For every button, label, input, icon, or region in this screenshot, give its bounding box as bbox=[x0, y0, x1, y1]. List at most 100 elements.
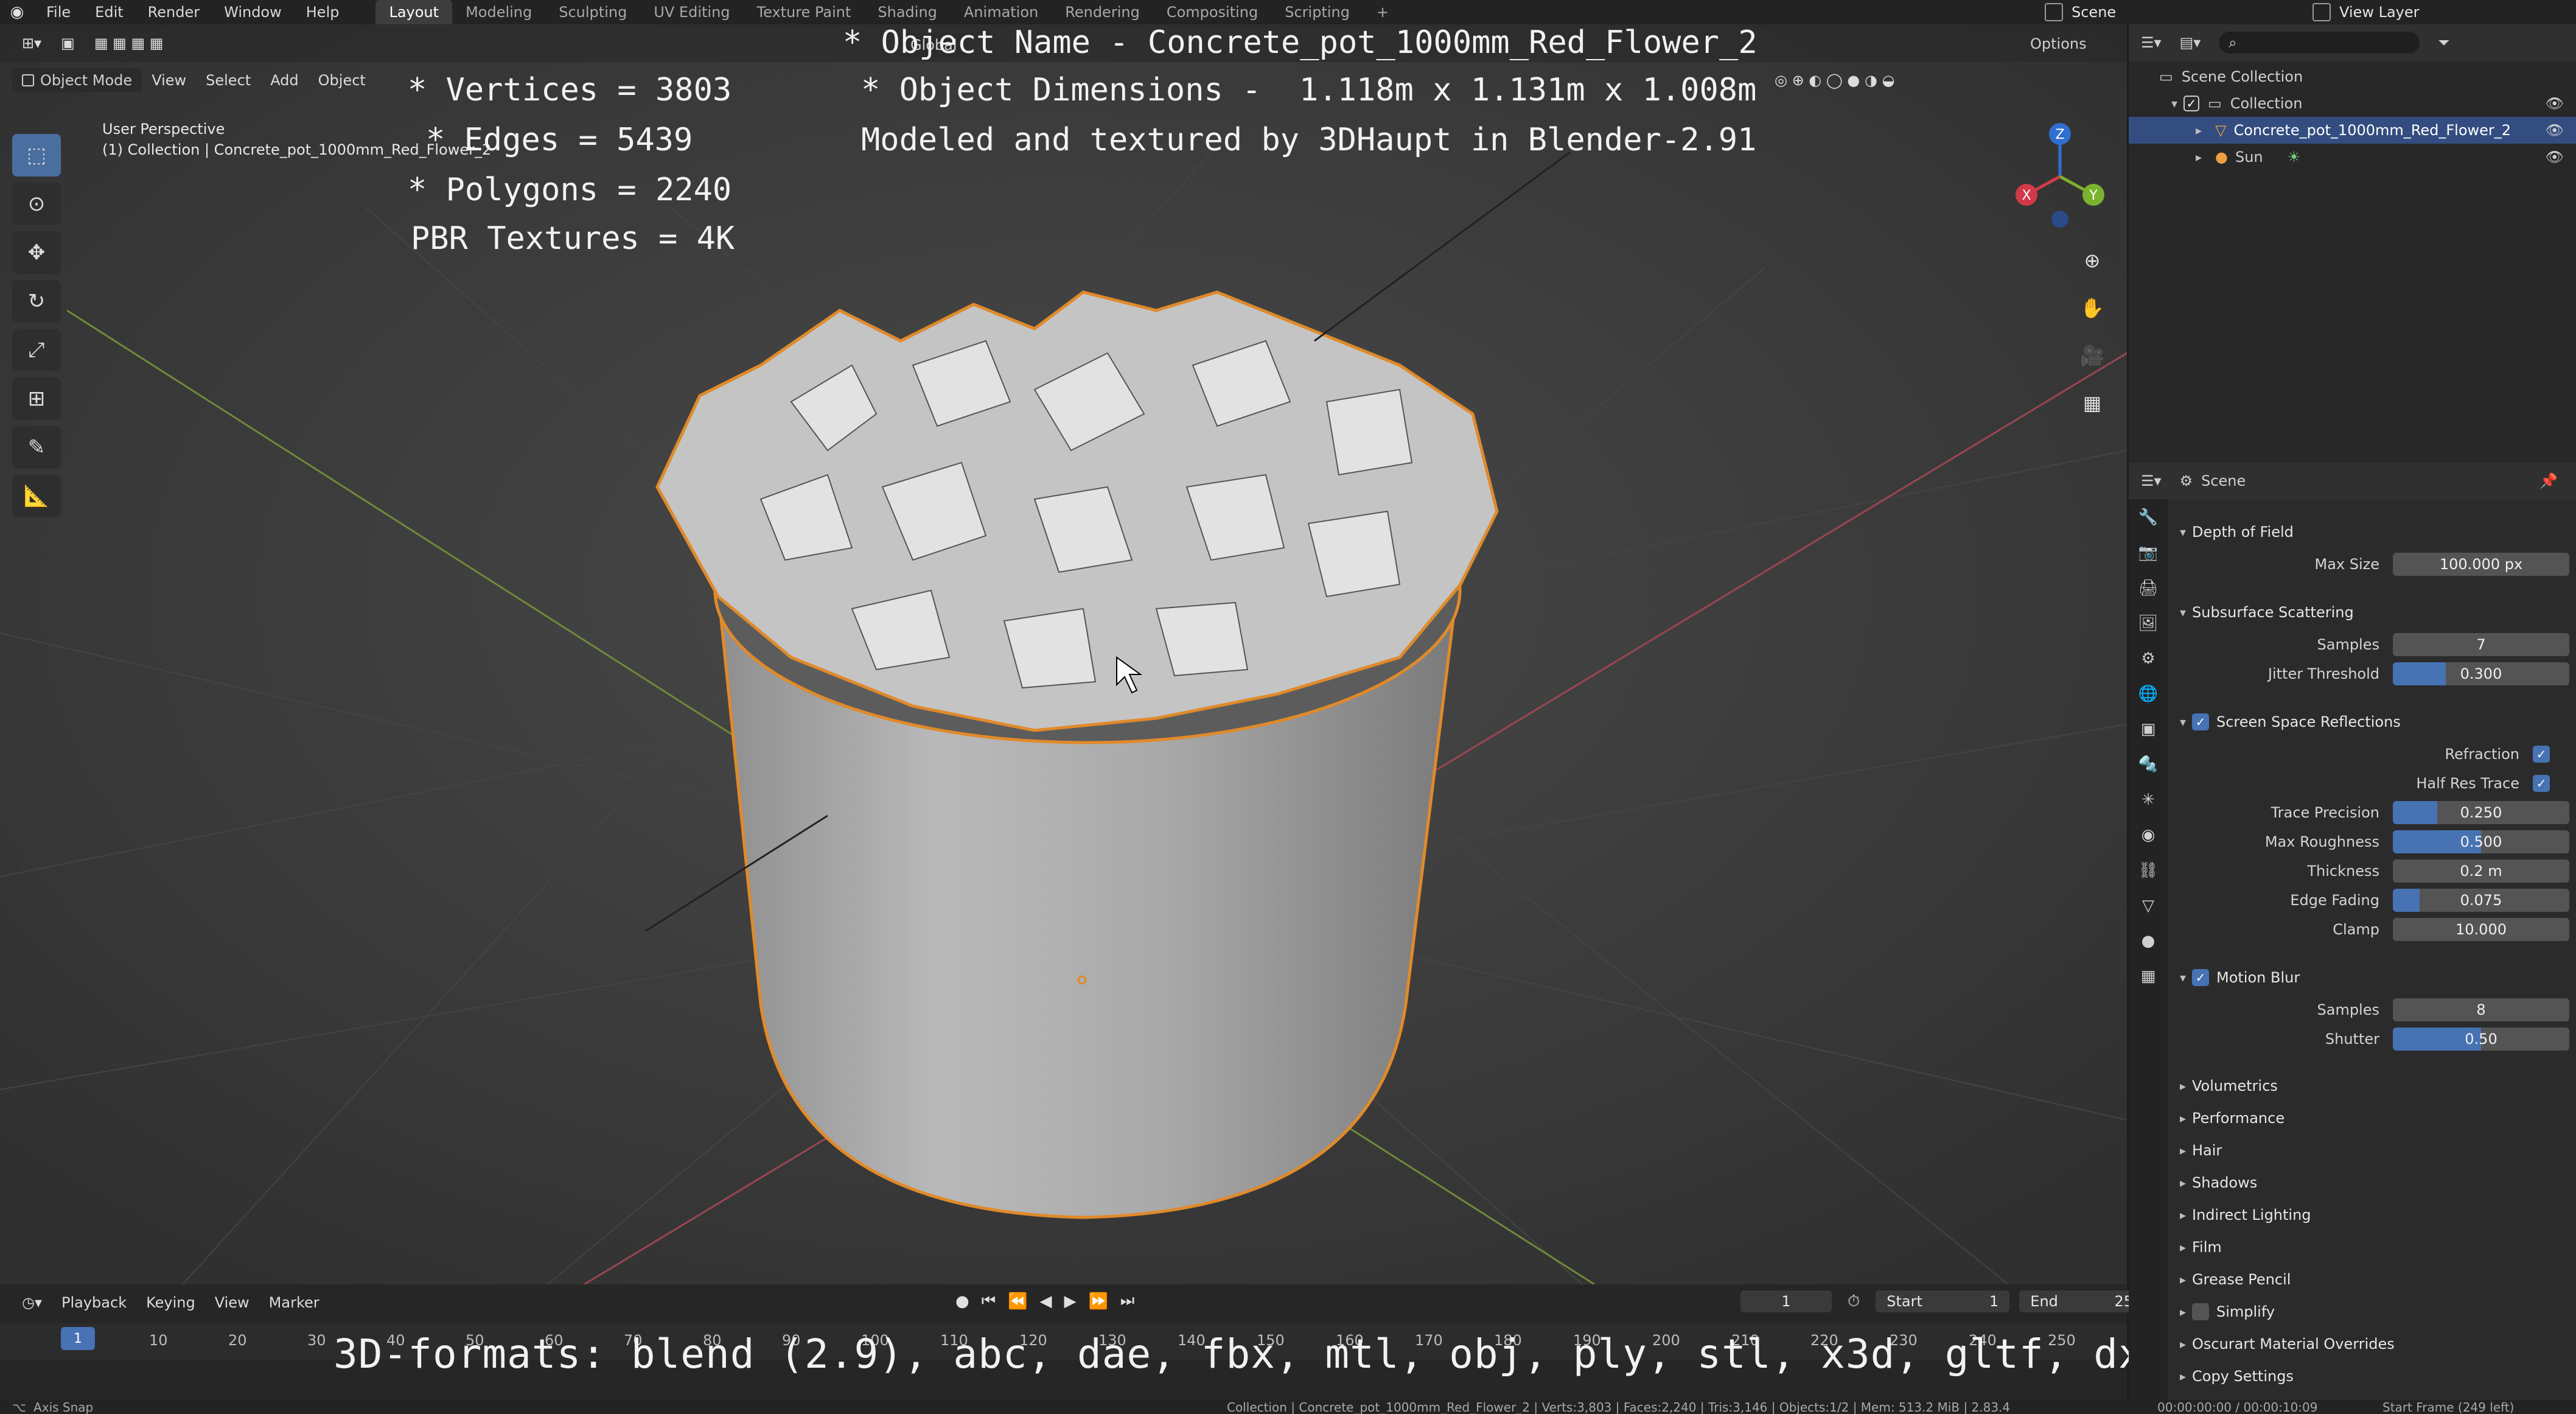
blender-logo-icon[interactable]: ◉ bbox=[0, 0, 34, 24]
section-depth-of-field[interactable]: ▾ Depth of Field bbox=[2174, 517, 2569, 547]
collapsed-panel-performance[interactable]: ▸ Performance bbox=[2174, 1104, 2569, 1133]
rotate-tool-icon[interactable]: ↻ bbox=[12, 280, 61, 323]
collapse-icon[interactable]: ▸ bbox=[2190, 123, 2208, 138]
view-layer-tab-icon[interactable]: 🖼 bbox=[2136, 611, 2160, 635]
menu-view[interactable]: View bbox=[142, 68, 196, 93]
select-mode-icon[interactable]: ▣ bbox=[51, 31, 85, 55]
filter-icon[interactable]: ⏷ bbox=[2438, 34, 2449, 51]
edge-fading-slider[interactable]: 0.075 bbox=[2393, 889, 2569, 912]
prev-key-icon[interactable]: ⏪ bbox=[1002, 1292, 1033, 1311]
tab-layout[interactable]: Layout bbox=[375, 0, 453, 24]
outliner-object-row[interactable]: ▸ ▽ Concrete_pot_1000mm_Red_Flower_2 👁 bbox=[2129, 117, 2576, 144]
collapsed-panel-shadows[interactable]: ▸ Shadows bbox=[2174, 1168, 2569, 1197]
pin-icon[interactable]: 📌 bbox=[2539, 472, 2558, 489]
playhead[interactable]: 1 bbox=[61, 1327, 95, 1350]
display-mode-icon[interactable]: ▤▾ bbox=[2180, 34, 2201, 51]
outliner-sun-row[interactable]: ▸ ● Sun ☀ 👁 bbox=[2129, 144, 2576, 170]
data-tab-icon[interactable]: ▽ bbox=[2136, 894, 2160, 918]
collapsed-panel-grease-pencil[interactable]: ▸ Grease Pencil bbox=[2174, 1265, 2569, 1294]
current-frame-field[interactable]: 1 bbox=[1740, 1290, 1832, 1312]
section-motion-blur[interactable]: ▾ ✓ Motion Blur bbox=[2174, 963, 2569, 992]
add-workspace-icon[interactable]: + bbox=[1363, 0, 1402, 24]
jump-end-icon[interactable]: ⏭ bbox=[1114, 1292, 1140, 1311]
half-res-trace-checkbox[interactable]: ✓ bbox=[2533, 775, 2550, 792]
collapsed-panel-simplify[interactable]: ▸ Simplify bbox=[2174, 1297, 2569, 1326]
tab-scripting[interactable]: Scripting bbox=[1271, 0, 1363, 24]
scene-selector[interactable]: Scene bbox=[2045, 1, 2252, 23]
properties-editor-type-icon[interactable]: ☰▾ bbox=[2141, 472, 2162, 489]
menu-add[interactable]: Add bbox=[260, 68, 308, 93]
refraction-checkbox[interactable]: ✓ bbox=[2533, 746, 2550, 763]
select-box-tool-icon[interactable]: ⬚ bbox=[12, 134, 61, 177]
next-key-icon[interactable]: ⏩ bbox=[1082, 1292, 1114, 1311]
play-reverse-icon[interactable]: ◀ bbox=[1033, 1292, 1058, 1311]
menu-keying[interactable]: Keying bbox=[136, 1290, 205, 1315]
modifier-tab-icon[interactable]: 🔩 bbox=[2136, 752, 2160, 777]
editor-type-icon[interactable]: ⊞▾ bbox=[12, 31, 51, 55]
camera-view-icon[interactable]: 🎥 bbox=[2075, 338, 2109, 373]
section-subsurface-scattering[interactable]: ▾ Subsurface Scattering bbox=[2174, 598, 2569, 627]
collapsed-panel-indirect-lighting[interactable]: ▸ Indirect Lighting bbox=[2174, 1200, 2569, 1230]
menu-window[interactable]: Window bbox=[212, 4, 294, 21]
menu-render[interactable]: Render bbox=[136, 4, 212, 21]
menu-file[interactable]: File bbox=[34, 4, 83, 21]
tab-texture-paint[interactable]: Texture Paint bbox=[744, 0, 865, 24]
annotate-tool-icon[interactable]: ✎ bbox=[12, 426, 61, 469]
start-frame-field[interactable]: Start 1 bbox=[1876, 1290, 2010, 1312]
tool-tab-icon[interactable]: 🔧 bbox=[2136, 505, 2160, 530]
collapsed-panel-volumetrics[interactable]: ▸ Volumetrics bbox=[2174, 1071, 2569, 1101]
object-visibility-eye-icon[interactable]: 👁 bbox=[2546, 122, 2564, 139]
move-tool-icon[interactable]: ✥ bbox=[12, 231, 61, 274]
trace-precision-slider[interactable]: 0.250 bbox=[2393, 801, 2569, 824]
mb-samples-field[interactable]: 8 bbox=[2393, 998, 2569, 1021]
outliner-collection[interactable]: ▾ ✓ ▭ Collection 👁 bbox=[2129, 90, 2576, 117]
tab-compositing[interactable]: Compositing bbox=[1153, 0, 1271, 24]
collapsed-panel-oscurart-material-overrides[interactable]: ▸ Oscurart Material Overrides bbox=[2174, 1329, 2569, 1359]
scale-tool-icon[interactable]: ⤢ bbox=[12, 329, 61, 371]
visibility-eye-icon[interactable]: 👁 bbox=[2546, 95, 2564, 112]
max-size-field[interactable]: 100.000 px bbox=[2393, 553, 2569, 576]
material-tab-icon[interactable]: ● bbox=[2136, 929, 2160, 953]
physics-tab-icon[interactable]: ◉ bbox=[2136, 823, 2160, 847]
world-tab-icon[interactable]: 🌐 bbox=[2136, 682, 2160, 706]
menu-edit[interactable]: Edit bbox=[83, 4, 135, 21]
menu-marker[interactable]: Marker bbox=[259, 1290, 329, 1315]
view-layer-selector[interactable]: View Layer bbox=[2312, 1, 2568, 23]
collapsed-panel-hair[interactable]: ▸ Hair bbox=[2174, 1136, 2569, 1165]
clamp-field[interactable]: 10.000 bbox=[2393, 918, 2569, 941]
menu-playback[interactable]: Playback bbox=[52, 1290, 136, 1315]
tab-shading[interactable]: Shading bbox=[864, 0, 951, 24]
tab-modeling[interactable]: Modeling bbox=[452, 0, 545, 24]
object-tab-icon[interactable]: ▣ bbox=[2136, 717, 2160, 741]
outliner-editor-type-icon[interactable]: ☰▾ bbox=[2141, 34, 2162, 51]
render-tab-icon[interactable]: 📷 bbox=[2136, 541, 2160, 565]
section-screen-space-reflections[interactable]: ▾ ✓ Screen Space Reflections bbox=[2174, 707, 2569, 737]
collapse-icon[interactable]: ▸ bbox=[2190, 150, 2208, 164]
menu-object[interactable]: Object bbox=[309, 68, 375, 93]
ortho-grid-icon[interactable]: ▦ bbox=[2075, 386, 2109, 420]
simplify-checkbox[interactable] bbox=[2192, 1303, 2209, 1320]
max-roughness-slider[interactable]: 0.500 bbox=[2393, 830, 2569, 853]
tab-rendering[interactable]: Rendering bbox=[1052, 0, 1153, 24]
ssr-checkbox[interactable]: ✓ bbox=[2192, 713, 2209, 730]
menu-select[interactable]: Select bbox=[196, 68, 260, 93]
outliner-search-input[interactable]: ⌕ bbox=[2219, 32, 2420, 54]
scene-tab-icon[interactable]: ⚙ bbox=[2136, 646, 2160, 671]
outliner-scene-collection[interactable]: ▭ Scene Collection bbox=[2129, 63, 2576, 90]
thickness-field[interactable]: 0.2 m bbox=[2393, 859, 2569, 883]
collapsed-panel-film[interactable]: ▸ Film bbox=[2174, 1233, 2569, 1262]
tab-uv-editing[interactable]: UV Editing bbox=[640, 0, 743, 24]
output-tab-icon[interactable]: 🖨 bbox=[2136, 576, 2160, 600]
tab-sculpting[interactable]: Sculpting bbox=[545, 0, 640, 24]
play-icon[interactable]: ▶ bbox=[1058, 1292, 1082, 1311]
jitter-threshold-slider[interactable]: 0.300 bbox=[2393, 662, 2569, 685]
options-button[interactable]: Options bbox=[2020, 32, 2096, 56]
menu-timeline-view[interactable]: View bbox=[205, 1290, 259, 1315]
selection-mode-icons[interactable]: ▦ ▦ ▦ ▦ bbox=[85, 31, 173, 55]
pan-hand-icon[interactable]: ✋ bbox=[2075, 291, 2109, 325]
timeline-editor-type-icon[interactable]: ◷▾ bbox=[12, 1290, 52, 1315]
menu-help[interactable]: Help bbox=[294, 4, 352, 21]
motion-blur-checkbox[interactable]: ✓ bbox=[2192, 969, 2209, 986]
expand-icon[interactable]: ▾ bbox=[2165, 96, 2183, 111]
zoom-icon[interactable]: ⊕ bbox=[2075, 243, 2109, 278]
